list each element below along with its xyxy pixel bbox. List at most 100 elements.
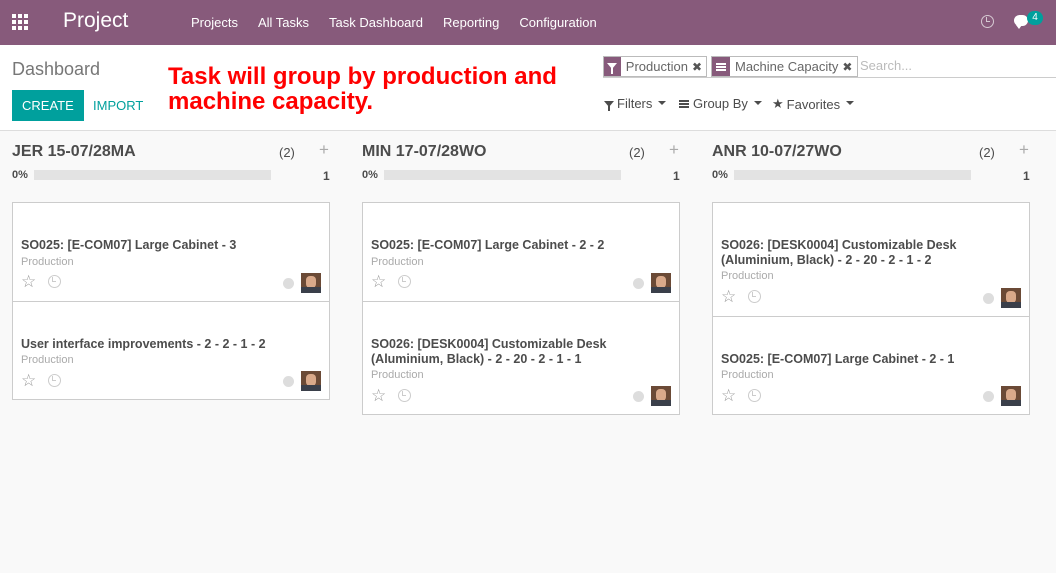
groupby-label: Group By xyxy=(693,96,748,111)
task-tag: Production xyxy=(21,256,74,268)
menu-configuration[interactable]: Configuration xyxy=(509,0,606,45)
progress-bar xyxy=(734,170,971,180)
caret-down-icon xyxy=(753,100,762,105)
task-tag: Production xyxy=(371,369,424,381)
search-input[interactable] xyxy=(860,58,1050,73)
avatar xyxy=(651,386,671,406)
star-icon: ★ xyxy=(772,96,784,111)
task-title: SO026: [DESK0004] Customizable Desk (Alu… xyxy=(371,337,607,366)
activity-clock-icon[interactable] xyxy=(398,275,411,288)
quick-create-plus-icon[interactable]: + xyxy=(1019,140,1029,160)
status-dot-icon[interactable] xyxy=(283,376,294,387)
remove-facet-icon[interactable]: ✖ xyxy=(692,60,706,74)
column-count: (2) xyxy=(629,145,645,160)
filter-icon xyxy=(604,100,614,111)
quick-create-plus-icon[interactable]: + xyxy=(319,140,329,160)
column-count: (2) xyxy=(979,145,995,160)
column-header: ANR 10-07/27WO (2) + 0% 1 xyxy=(712,131,1030,203)
star-icon[interactable]: ☆ xyxy=(21,273,36,290)
avatar xyxy=(1001,288,1021,308)
progress-percent: 0% xyxy=(362,169,378,181)
activity-clock-icon[interactable] xyxy=(398,389,411,402)
search-bar: Production ✖ Machine Capacity ✖ xyxy=(603,55,1056,78)
progress-percent: 0% xyxy=(712,169,728,181)
top-navbar: Project Projects All Tasks Task Dashboar… xyxy=(0,0,1056,45)
favorites-label: Favorites xyxy=(786,96,841,112)
column-count: (2) xyxy=(279,145,295,160)
activity-clock-icon[interactable] xyxy=(48,374,61,387)
column-title: JER 15-07/28MA xyxy=(12,143,136,160)
filters-dropdown[interactable]: Filters xyxy=(604,96,667,111)
task-tag: Production xyxy=(721,270,774,282)
menu-projects[interactable]: Projects xyxy=(181,0,248,45)
favorites-dropdown[interactable]: ★ Favorites xyxy=(772,96,855,112)
groupby-bars-icon xyxy=(712,57,730,76)
annotation-text: Task will group by production and machin… xyxy=(168,63,557,115)
task-tag: Production xyxy=(371,256,424,268)
star-icon[interactable]: ☆ xyxy=(721,288,736,305)
menu-all-tasks[interactable]: All Tasks xyxy=(248,0,319,45)
column-header: MIN 17-07/28WO (2) + 0% 1 xyxy=(362,131,680,203)
filters-label: Filters xyxy=(617,96,653,111)
messages-chat-icon[interactable] xyxy=(1014,15,1028,29)
task-tag: Production xyxy=(721,369,774,381)
import-button[interactable]: IMPORT xyxy=(83,90,153,121)
activity-clock-icon[interactable] xyxy=(48,275,61,288)
facet-filter-production: Production ✖ xyxy=(603,56,707,77)
column-total: 1 xyxy=(673,169,680,183)
task-title: SO025: [E-COM07] Large Cabinet - 2 - 1 xyxy=(721,352,955,366)
create-button[interactable]: CREATE xyxy=(12,90,84,121)
status-dot-icon[interactable] xyxy=(983,293,994,304)
progress-bar xyxy=(384,170,621,180)
kanban-column: MIN 17-07/28WO (2) + 0% 1 SO025: [E-COM0… xyxy=(362,131,680,415)
status-dot-icon[interactable] xyxy=(983,391,994,402)
activity-clock-icon[interactable] xyxy=(748,290,761,303)
messages-count-badge: 4 xyxy=(1027,11,1043,25)
avatar xyxy=(1001,386,1021,406)
task-title: SO025: [E-COM07] Large Cabinet - 2 - 2 xyxy=(371,238,605,252)
kanban-column: JER 15-07/28MA (2) + 0% 1 SO025: [E-COM0… xyxy=(12,131,330,400)
facet-label: Production xyxy=(625,59,688,74)
activity-clock-icon[interactable] xyxy=(748,389,761,402)
task-card[interactable]: SO026: [DESK0004] Customizable Desk (Alu… xyxy=(362,301,680,415)
column-total: 1 xyxy=(323,169,330,183)
remove-facet-icon[interactable]: ✖ xyxy=(842,60,856,74)
activities-clock-icon[interactable] xyxy=(981,15,994,28)
task-card[interactable]: SO025: [E-COM07] Large Cabinet - 2 - 2 P… xyxy=(362,202,680,302)
avatar xyxy=(651,273,671,293)
task-title: User interface improvements - 2 - 2 - 1 … xyxy=(21,337,266,351)
page-title: Dashboard xyxy=(12,59,101,79)
avatar xyxy=(301,273,321,293)
menu-task-dashboard[interactable]: Task Dashboard xyxy=(319,0,433,45)
star-icon[interactable]: ☆ xyxy=(721,387,736,404)
column-total: 1 xyxy=(1023,169,1030,183)
task-title: SO025: [E-COM07] Large Cabinet - 3 xyxy=(21,238,237,252)
star-icon[interactable]: ☆ xyxy=(371,387,386,404)
star-icon[interactable]: ☆ xyxy=(371,273,386,290)
kanban-column: ANR 10-07/27WO (2) + 0% 1 SO026: [DESK00… xyxy=(712,131,1030,415)
filter-funnel-icon xyxy=(604,57,621,76)
star-icon[interactable]: ☆ xyxy=(21,372,36,389)
apps-menu-icon[interactable] xyxy=(12,14,30,30)
main-menu: Projects All Tasks Task Dashboard Report… xyxy=(181,0,607,45)
column-title: ANR 10-07/27WO xyxy=(712,143,842,160)
progress-bar xyxy=(34,170,271,180)
status-dot-icon[interactable] xyxy=(633,278,644,289)
status-dot-icon[interactable] xyxy=(633,391,644,402)
task-card[interactable]: User interface improvements - 2 - 2 - 1 … xyxy=(12,301,330,400)
task-card[interactable]: SO025: [E-COM07] Large Cabinet - 2 - 1 P… xyxy=(712,316,1030,415)
task-card[interactable]: SO025: [E-COM07] Large Cabinet - 3 Produ… xyxy=(12,202,330,302)
quick-create-plus-icon[interactable]: + xyxy=(669,140,679,160)
groupby-dropdown[interactable]: Group By xyxy=(679,96,762,111)
menu-reporting[interactable]: Reporting xyxy=(433,0,509,45)
column-header: JER 15-07/28MA (2) + 0% 1 xyxy=(12,131,330,203)
status-dot-icon[interactable] xyxy=(283,278,294,289)
app-title: Project xyxy=(63,9,129,32)
task-tag: Production xyxy=(21,354,74,366)
control-panel: Dashboard Task will group by production … xyxy=(0,45,1056,131)
task-card[interactable]: SO026: [DESK0004] Customizable Desk (Alu… xyxy=(712,202,1030,317)
progress-percent: 0% xyxy=(12,169,28,181)
caret-down-icon xyxy=(846,101,855,105)
column-title: MIN 17-07/28WO xyxy=(362,143,487,160)
facet-label: Machine Capacity xyxy=(735,59,839,74)
